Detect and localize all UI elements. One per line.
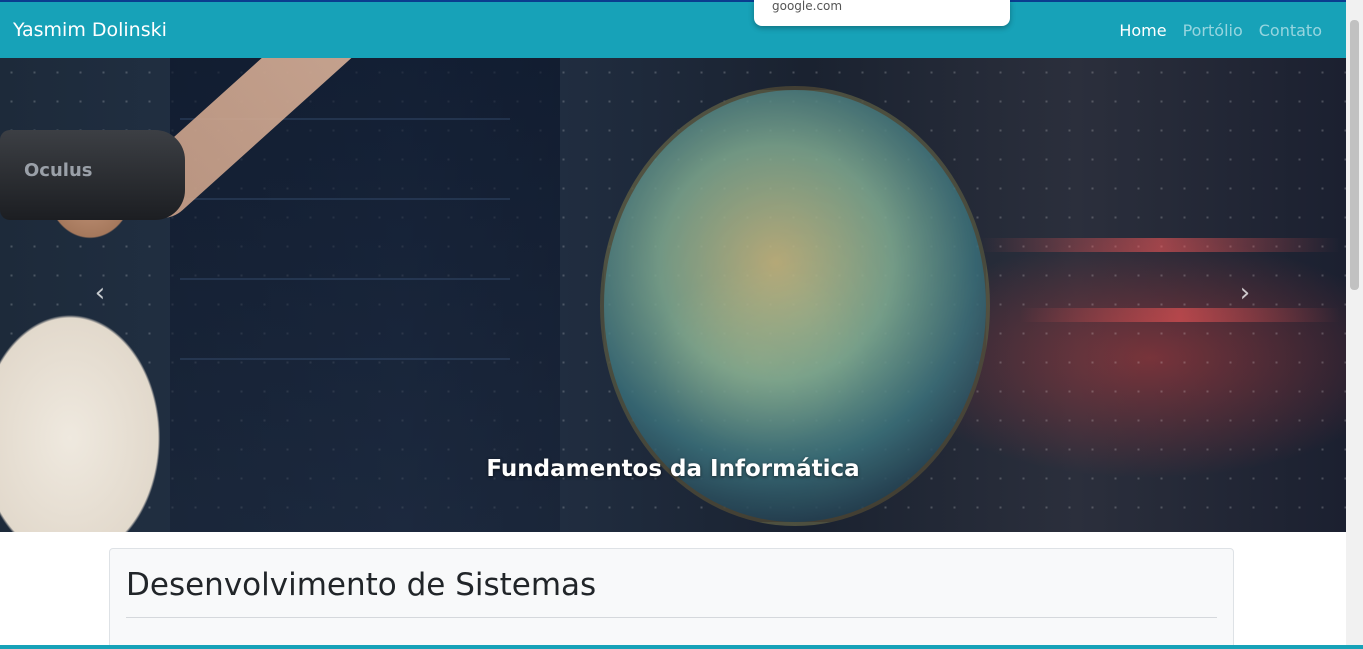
scrollbar-thumb[interactable] [1350, 20, 1359, 290]
chevron-left-icon: ‹ [94, 278, 106, 308]
url-tooltip-text: google.com [772, 0, 843, 13]
brand-link[interactable]: Yasmim Dolinski [13, 19, 167, 41]
nav-link-contato[interactable]: Contato [1259, 21, 1322, 40]
navbar: Yasmim Dolinski Home Portólio Contato [0, 0, 1346, 58]
page: Yasmim Dolinski Home Portólio Contato go… [0, 0, 1363, 649]
bottom-strip [0, 645, 1363, 649]
carousel-caption: Fundamentos da Informática [486, 456, 860, 482]
carousel-prev-button[interactable]: ‹ [85, 278, 115, 308]
carousel: Oculus ‹ › Fundamentos da Informática [0, 58, 1346, 532]
content-card: Desenvolvimento de Sistemas [109, 548, 1234, 649]
nav-links: Home Portólio Contato [1119, 21, 1322, 40]
scrollbar[interactable] [1346, 0, 1363, 649]
nav-link-home[interactable]: Home [1119, 21, 1166, 40]
light-streak [1020, 308, 1340, 322]
light-streak [980, 238, 1340, 252]
card-title: Desenvolvimento de Sistemas [126, 567, 597, 603]
panel-line [180, 198, 510, 200]
headset-label: Oculus [24, 160, 93, 181]
nav-link-portfolio[interactable]: Portólio [1183, 21, 1243, 40]
url-tooltip: google.com [754, 0, 1010, 26]
card-divider [126, 617, 1217, 618]
panel-line [180, 278, 510, 280]
panel-line [180, 358, 510, 360]
chevron-right-icon: › [1239, 278, 1251, 308]
carousel-next-button[interactable]: › [1230, 278, 1260, 308]
